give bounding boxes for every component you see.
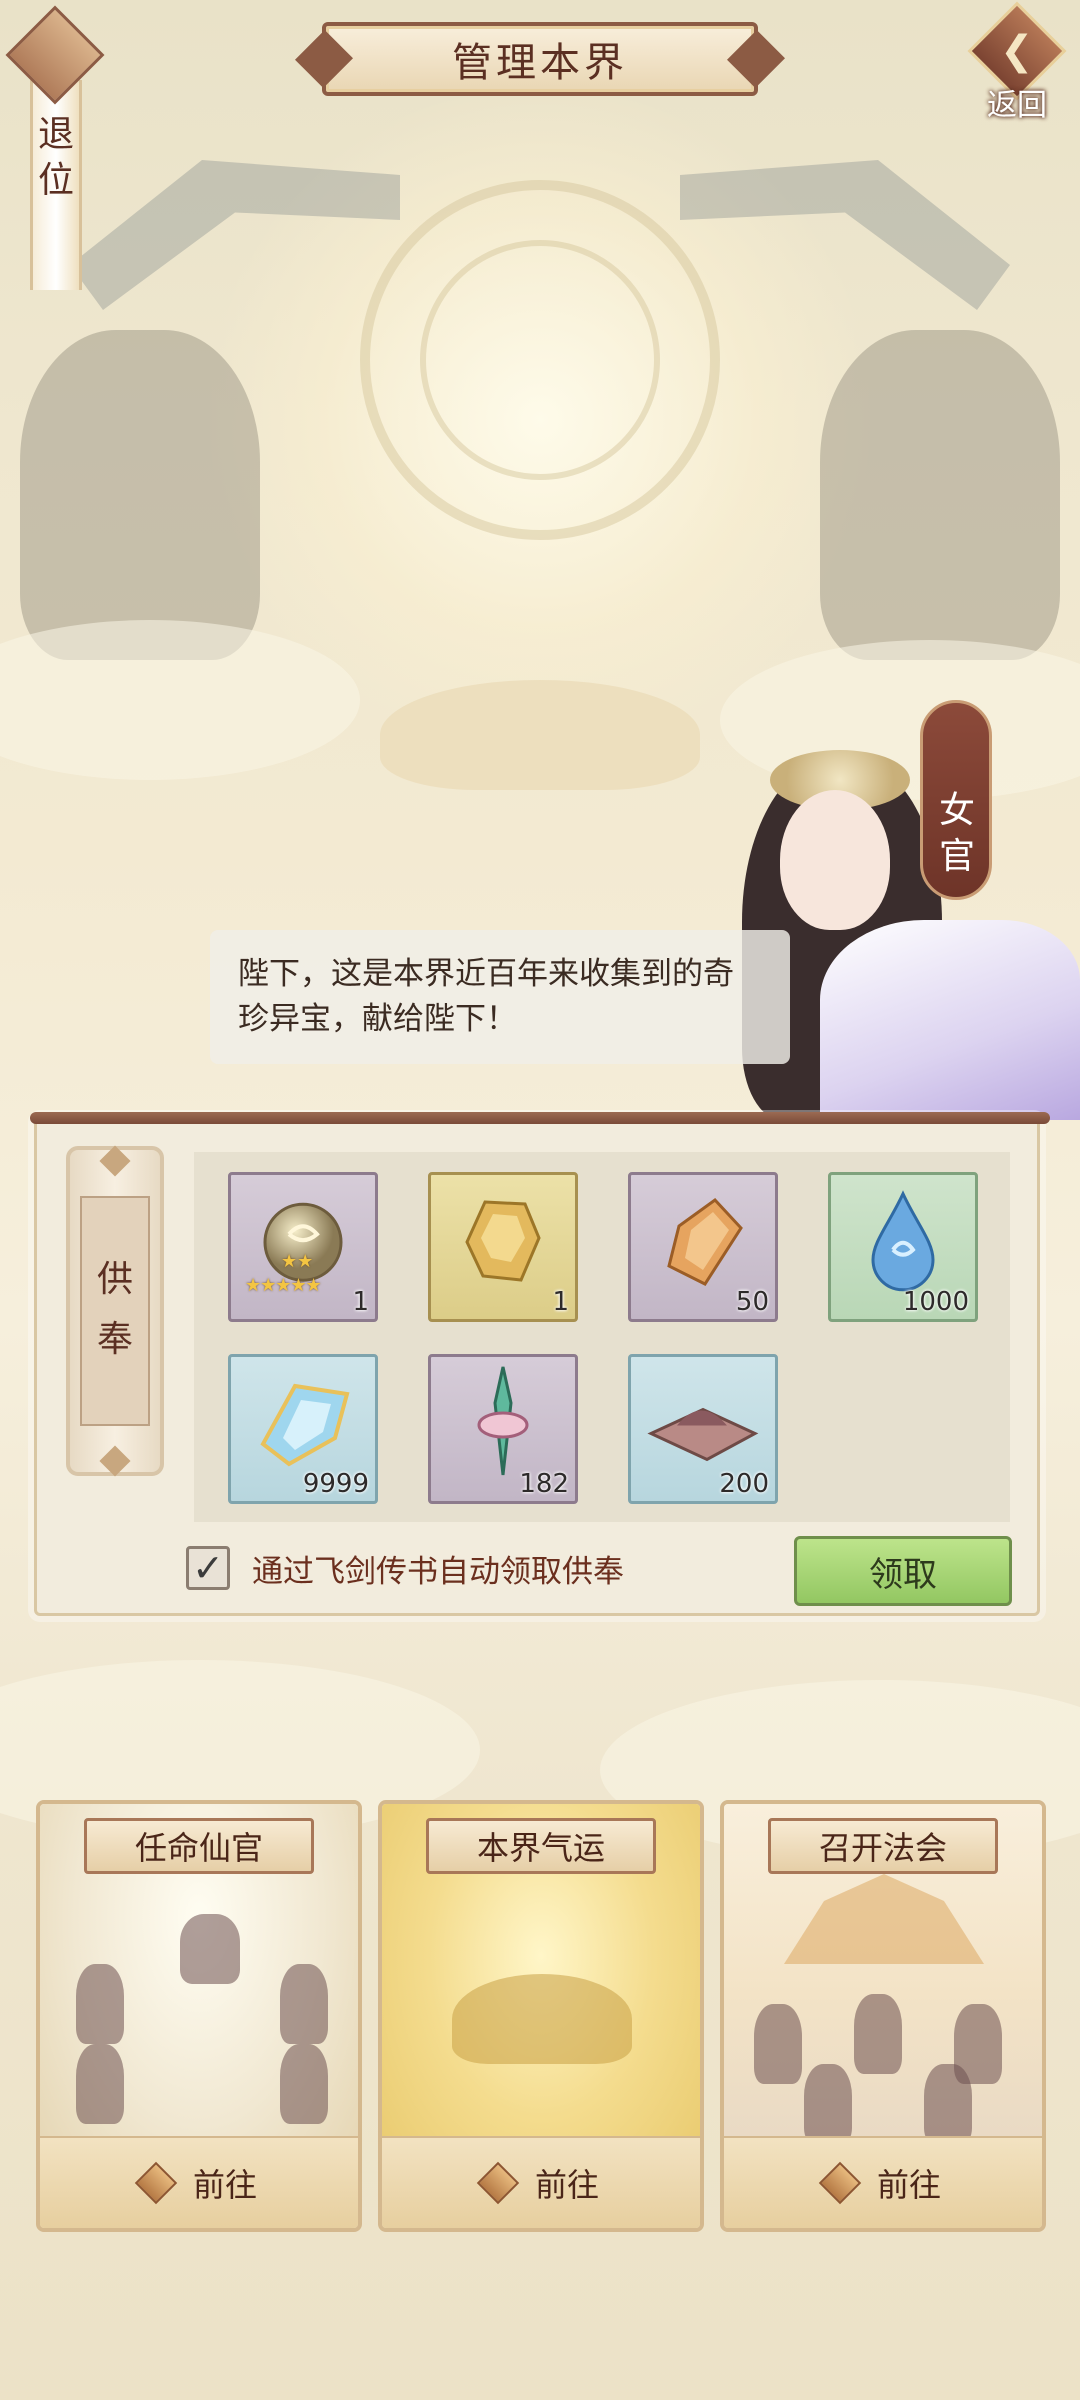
item-count: 1000 — [902, 1287, 969, 1317]
item-count: 1 — [552, 1287, 569, 1317]
card-realm-fortune[interactable]: 本界气运 前往 — [378, 1800, 704, 2232]
portrait-face — [780, 790, 890, 930]
figure-silhouette — [76, 2044, 124, 2124]
page-title-plate: 管理本界 — [322, 22, 758, 96]
tribute-item-star-orb[interactable]: ★★ ★★★★★ 1 — [228, 1172, 378, 1322]
item-count: 50 — [735, 1287, 769, 1317]
star-rating-top-icon: ★★ — [281, 1251, 314, 1272]
go-label: 前往 — [876, 2166, 941, 2204]
go-button[interactable]: 前往 — [40, 2136, 358, 2228]
figure-silhouette — [180, 1914, 240, 1984]
go-diamond-icon — [818, 2161, 862, 2205]
cloud-emblem-icon — [5, 5, 105, 105]
item-count: 200 — [719, 1469, 769, 1499]
panel-scroll-rod — [30, 1112, 1050, 1124]
gold-ore-icon — [465, 1200, 541, 1282]
tribute-item-earth-mound[interactable]: 200 — [628, 1354, 778, 1504]
tribute-item-water-drop[interactable]: 1000 — [828, 1172, 978, 1322]
jade-sword-icon — [477, 1366, 529, 1476]
figure-silhouette — [854, 1994, 902, 2074]
statue-left — [20, 330, 260, 660]
checkmark-icon: ✓ — [192, 1546, 224, 1590]
dialog-bubble: 陛下，这是本界近百年来收集到的奇珍异宝，献给陛下！ — [210, 930, 790, 1064]
tribute-tab-label: 供奉 — [96, 1259, 133, 1360]
portrait-robe — [820, 920, 1080, 1120]
tribute-item-jade-sword[interactable]: 182 — [428, 1354, 578, 1504]
temple-silhouette — [784, 1874, 984, 1964]
amber-crystal-icon — [667, 1198, 743, 1286]
earth-mound-icon — [647, 1407, 759, 1462]
back-arrow-icon: ❮ — [1000, 28, 1034, 74]
item-count: 1 — [352, 1287, 369, 1317]
card-title: 召开法会 — [768, 1818, 998, 1874]
statue-right — [820, 330, 1060, 660]
tribute-item-gold-ore[interactable]: 1 — [428, 1172, 578, 1322]
retire-label: 退位 — [37, 114, 74, 201]
dharma-wheel-inner — [420, 240, 660, 480]
go-label: 前往 — [534, 2166, 599, 2204]
tribute-item-amber-crystal[interactable]: 50 — [628, 1172, 778, 1322]
card-appoint-officials[interactable]: 任命仙官 前往 — [36, 1800, 362, 2232]
auto-claim-row: ✓ 通过飞剑传书自动领取供奉 — [186, 1538, 624, 1598]
auto-claim-checkbox[interactable]: ✓ — [186, 1546, 230, 1590]
item-count: 9999 — [302, 1469, 369, 1499]
claim-button[interactable]: 领取 — [794, 1536, 1012, 1606]
card-hold-assembly[interactable]: 召开法会 前往 — [720, 1800, 1046, 2232]
auto-claim-label: 通过飞剑传书自动领取供奉 — [252, 1553, 624, 1590]
back-label: 返回 — [987, 88, 1047, 123]
dialog-text: 陛下，这是本界近百年来收集到的奇珍异宝，献给陛下！ — [238, 956, 734, 1037]
figure-silhouette — [804, 2064, 852, 2144]
ice-crystal-icon — [260, 1383, 350, 1467]
figure-silhouette — [754, 2004, 802, 2084]
figure-silhouette — [924, 2064, 972, 2144]
go-diamond-icon — [134, 2161, 178, 2205]
item-count: 182 — [519, 1469, 569, 1499]
retire-button[interactable]: 退位 — [5, 0, 106, 290]
page-title: 管理本界 — [452, 40, 628, 86]
go-button[interactable]: 前往 — [724, 2136, 1042, 2228]
figure-silhouette — [280, 1964, 328, 2044]
water-drop-icon — [871, 1190, 935, 1292]
figure-silhouette — [76, 1964, 124, 2044]
card-title: 本界气运 — [426, 1818, 656, 1874]
figure-silhouette — [280, 2044, 328, 2124]
lotus-platform — [380, 680, 700, 790]
back-button[interactable]: ❮ 返回 — [964, 1, 1070, 123]
speaker-name: 女官 — [938, 790, 975, 877]
tribute-item-ice-crystal[interactable]: 9999 — [228, 1354, 378, 1504]
go-button[interactable]: 前往 — [382, 2136, 700, 2228]
palace-silhouette — [452, 1974, 632, 2064]
go-label: 前往 — [192, 2166, 257, 2204]
card-title: 任命仙官 — [84, 1818, 314, 1874]
star-rating-icon: ★★★★★ — [245, 1275, 322, 1296]
go-diamond-icon — [476, 2161, 520, 2205]
